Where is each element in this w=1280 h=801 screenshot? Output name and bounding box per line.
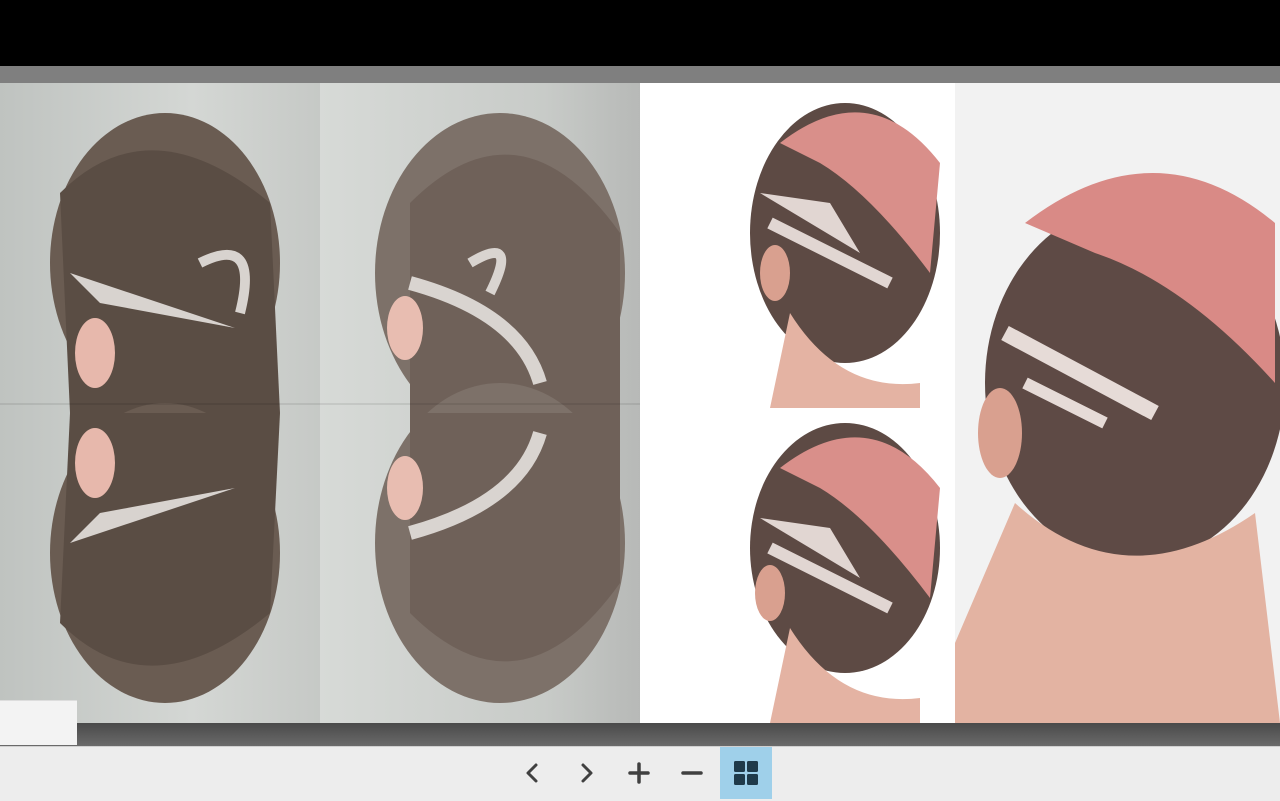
- hairstyle-photo-c: [750, 103, 940, 408]
- grid-view-icon: [734, 761, 758, 785]
- page-right[interactable]: [640, 83, 1280, 723]
- status-bar: [0, 0, 1280, 66]
- previous-page-button[interactable]: [507, 747, 559, 799]
- grid-view-button[interactable]: [720, 747, 772, 799]
- chevron-left-icon: [526, 763, 538, 783]
- page-right-photo-bottom: [720, 408, 953, 723]
- zoom-in-button[interactable]: [613, 747, 665, 799]
- page-right-photo-large: [955, 83, 1280, 723]
- page-left[interactable]: [0, 83, 640, 723]
- hairstyle-photo-e: [955, 83, 1280, 723]
- hairstyle-photo-d: [750, 423, 940, 723]
- plus-icon: [628, 762, 650, 784]
- zoom-out-button[interactable]: [666, 747, 718, 799]
- minus-icon: [681, 771, 703, 775]
- viewer-bottom-strip: [0, 723, 1280, 746]
- bottom-toolbar: [0, 746, 1280, 801]
- document-viewer[interactable]: [0, 66, 1280, 746]
- chevron-right-icon: [581, 763, 593, 783]
- page-thumbnail[interactable]: [0, 700, 77, 745]
- viewer-top-strip: [0, 66, 1280, 83]
- page-right-photo-top: [720, 83, 953, 408]
- next-page-button[interactable]: [560, 747, 612, 799]
- page-left-mirror-line: [0, 403, 640, 405]
